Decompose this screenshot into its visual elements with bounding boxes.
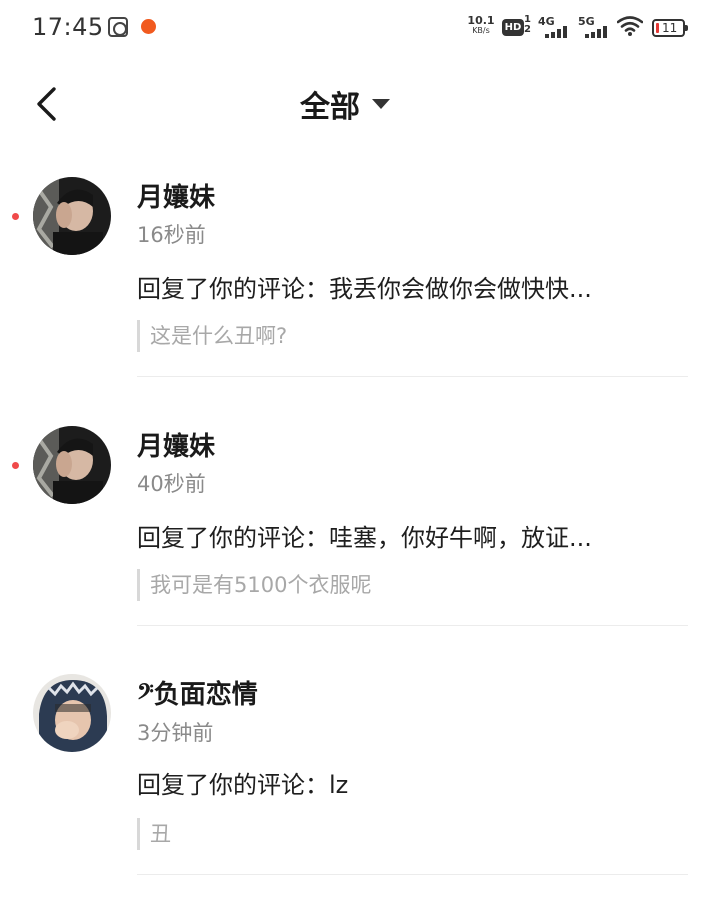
battery-level: 11 — [662, 21, 678, 35]
notification-item[interactable]: 𝄢负面恋情 3分钟前 回复了你的评论：lz 丑 — [0, 663, 719, 904]
notification-item[interactable]: 月孃妹 16秒前 回复了你的评论：我丢你会做你会做快快... 这是什么丑啊? — [0, 165, 719, 413]
reply-text: 回复了你的评论：我丢你会做你会做快快... — [137, 275, 592, 303]
notification-item[interactable]: 月孃妹 40秒前 回复了你的评论：哇塞，你好牛啊，放证... 我可是有5100个… — [0, 414, 719, 662]
unread-dot — [12, 462, 19, 469]
user-name[interactable]: 𝄢负面恋情 — [137, 674, 258, 711]
timestamp: 40秒前 — [137, 472, 206, 496]
reply-text: 回复了你的评论：lz — [137, 771, 349, 799]
battery-icon: 11 — [652, 19, 688, 37]
avatar[interactable] — [33, 426, 111, 504]
timestamp: 16秒前 — [137, 223, 206, 247]
quoted-comment: 丑 — [137, 818, 171, 850]
page-title: 全部 — [300, 90, 360, 125]
status-bar: 17:45 10.1 KB/s HD 1 2 4G 5G 11 — [0, 0, 719, 56]
quoted-comment: 这是什么丑啊? — [137, 320, 287, 352]
user-name[interactable]: 月孃妹 — [137, 177, 215, 214]
caret-down-icon — [372, 99, 390, 109]
divider — [137, 376, 688, 377]
signal-bars-icon — [545, 26, 571, 38]
screenshot-icon — [108, 17, 128, 37]
filter-dropdown[interactable]: 全部 — [300, 86, 390, 125]
signal-bars-icon — [585, 26, 611, 38]
top-bar: 全部 — [0, 68, 719, 140]
hd-voice-icon: HD — [502, 19, 524, 36]
unread-dot — [12, 213, 19, 220]
back-button[interactable] — [30, 86, 64, 122]
divider — [137, 874, 688, 875]
avatar[interactable] — [33, 177, 111, 255]
network-speed: 10.1 KB/s — [467, 14, 495, 35]
reply-text: 回复了你的评论：哇塞，你好牛啊，放证... — [137, 524, 592, 552]
wifi-icon — [617, 16, 643, 36]
divider — [137, 625, 688, 626]
hd-sim-indicator: 1 2 — [524, 14, 531, 35]
timestamp: 3分钟前 — [137, 721, 214, 745]
quoted-comment: 我可是有5100个衣服呢 — [137, 569, 371, 601]
status-time: 17:45 — [32, 13, 104, 41]
app-notification-icon — [141, 19, 156, 34]
avatar[interactable] — [33, 674, 111, 752]
user-name[interactable]: 月孃妹 — [137, 426, 215, 463]
chevron-left-icon — [37, 87, 56, 121]
